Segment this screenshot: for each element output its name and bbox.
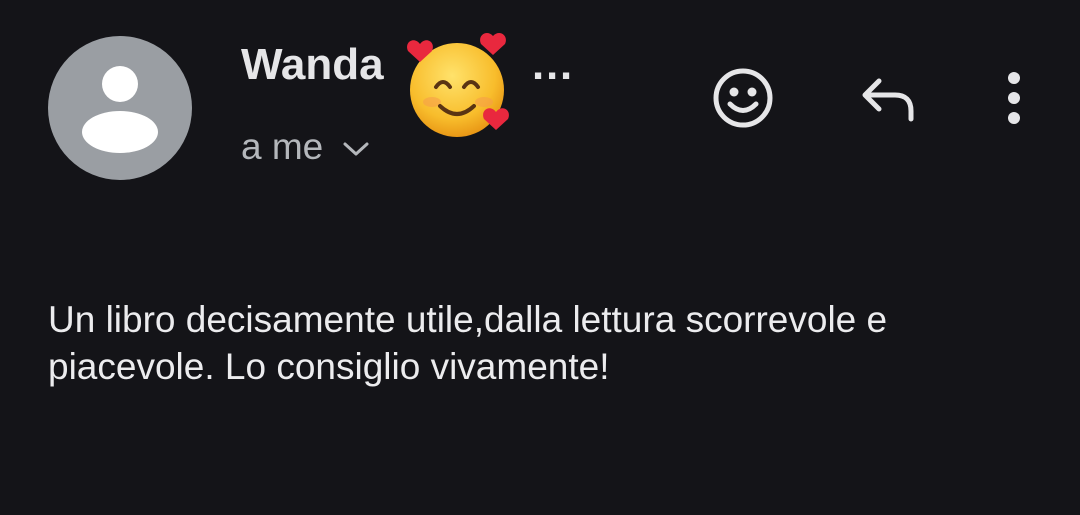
add-reaction-button[interactable] [711,66,775,130]
smiling-face-with-hearts-icon [407,32,509,137]
recipient-details-toggle[interactable]: a me [241,126,371,168]
more-options-button[interactable] [982,66,1046,130]
chevron-down-icon [343,142,369,156]
sender-name-text: Wanda [241,40,384,89]
more-vertical-icon [1008,72,1020,124]
message-body: Un libro decisamente utile,dalla lettura… [48,299,888,387]
recipient-label: a me [241,126,324,167]
sender-avatar[interactable] [48,36,192,180]
smiley-reaction-icon [713,68,773,128]
person-icon [82,66,158,153]
sender-name-ellipsis: … [530,40,575,89]
reply-arrow-icon [862,78,914,122]
reply-button[interactable] [856,66,920,130]
